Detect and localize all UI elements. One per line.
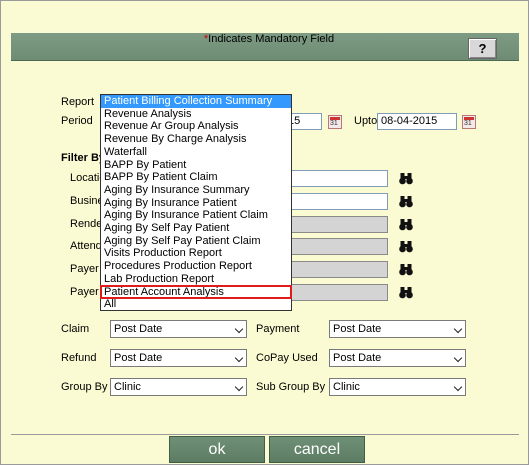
copay-used-select-value: Post Date xyxy=(333,352,382,364)
copay-used-label: CoPay Used xyxy=(256,352,318,364)
report-option[interactable]: All xyxy=(101,298,291,311)
cancel-button[interactable]: cancel xyxy=(269,436,365,463)
report-option[interactable]: BAPP By Patient xyxy=(101,159,291,172)
copay-used-select[interactable]: Post Date xyxy=(329,349,466,367)
report-option[interactable]: Lab Production Report xyxy=(101,273,291,286)
ok-button[interactable]: ok xyxy=(169,436,265,463)
report-option[interactable]: Waterfall xyxy=(101,146,291,159)
chevron-down-icon xyxy=(234,382,244,392)
sub-group-by-select[interactable]: Clinic xyxy=(329,378,466,396)
filter-row-field[interactable] xyxy=(281,261,388,278)
upto-label: Upto xyxy=(354,115,378,127)
report-option[interactable]: Visits Production Report xyxy=(101,247,291,260)
period-label: Period xyxy=(61,115,93,127)
filter-by-label: Filter By xyxy=(61,152,106,164)
sub-group-by-label: Sub Group By xyxy=(256,381,326,393)
chevron-down-icon xyxy=(453,382,463,392)
report-option[interactable]: Patient Account Analysis xyxy=(100,284,292,300)
report-option[interactable]: Aging By Insurance Patient Claim xyxy=(101,209,291,222)
report-option[interactable]: Revenue Ar Group Analysis xyxy=(101,120,291,133)
report-option[interactable]: Procedures Production Report xyxy=(101,260,291,273)
binoculars-icon[interactable] xyxy=(399,172,413,185)
binoculars-icon[interactable] xyxy=(399,240,413,253)
report-option[interactable]: Revenue Analysis xyxy=(101,108,291,121)
payment-select-value: Post Date xyxy=(333,323,382,335)
filter-row-field[interactable] xyxy=(281,238,388,255)
filter-row-field[interactable] xyxy=(281,216,388,233)
chevron-down-icon xyxy=(234,353,244,363)
binoculars-icon[interactable] xyxy=(399,218,413,231)
binoculars-icon[interactable] xyxy=(399,286,413,299)
mandatory-note: *Indicates Mandatory Field xyxy=(11,33,519,45)
report-option[interactable]: Aging By Self Pay Patient xyxy=(101,222,291,235)
upto-date-field[interactable]: 08-04-2015 xyxy=(377,113,457,130)
refund-select[interactable]: Post Date xyxy=(110,349,247,367)
claim-select[interactable]: Post Date xyxy=(110,320,247,338)
binoculars-icon[interactable] xyxy=(399,195,413,208)
mandatory-text: Indicates Mandatory Field xyxy=(208,33,335,45)
claim-label: Claim xyxy=(61,323,90,335)
upto-calendar-icon[interactable] xyxy=(462,115,476,129)
refund-select-value: Post Date xyxy=(114,352,163,364)
refund-label: Refund xyxy=(61,352,97,364)
footer-bar xyxy=(11,434,519,465)
report-label: Report xyxy=(61,96,95,108)
filter-row-field[interactable] xyxy=(281,170,388,187)
chevron-down-icon xyxy=(453,353,463,363)
sub-group-by-select-value: Clinic xyxy=(333,381,360,393)
filter-row-label: Payer xyxy=(70,286,99,298)
report-option[interactable]: Revenue By Charge Analysis xyxy=(101,133,291,146)
filter-row-field[interactable] xyxy=(281,284,388,301)
payment-label: Payment xyxy=(256,323,300,335)
filter-row-label: Payer xyxy=(70,263,99,275)
period-from-calendar-icon[interactable] xyxy=(328,115,342,129)
chevron-down-icon xyxy=(234,324,244,334)
report-dropdown-list[interactable]: Patient Billing Collection Summary Revenu… xyxy=(100,94,292,311)
report-option[interactable]: BAPP By Patient Claim xyxy=(101,171,291,184)
report-option[interactable]: Aging By Self Pay Patient Claim xyxy=(101,235,291,248)
header-bar: *Indicates Mandatory Field xyxy=(11,33,519,61)
help-button[interactable]: ? xyxy=(468,38,497,59)
group-by-select[interactable]: Clinic xyxy=(110,378,247,396)
group-by-select-value: Clinic xyxy=(114,381,141,393)
report-option[interactable]: Aging By Insurance Summary xyxy=(101,184,291,197)
group-by-label: Group By xyxy=(61,381,108,393)
report-option[interactable]: Aging By Insurance Patient xyxy=(101,197,291,210)
report-option[interactable]: Patient Billing Collection Summary xyxy=(101,95,291,108)
claim-select-value: Post Date xyxy=(114,323,163,335)
filter-row-field[interactable] xyxy=(281,193,388,210)
binoculars-icon[interactable] xyxy=(399,263,413,276)
payment-select[interactable]: Post Date xyxy=(329,320,466,338)
chevron-down-icon xyxy=(453,324,463,334)
